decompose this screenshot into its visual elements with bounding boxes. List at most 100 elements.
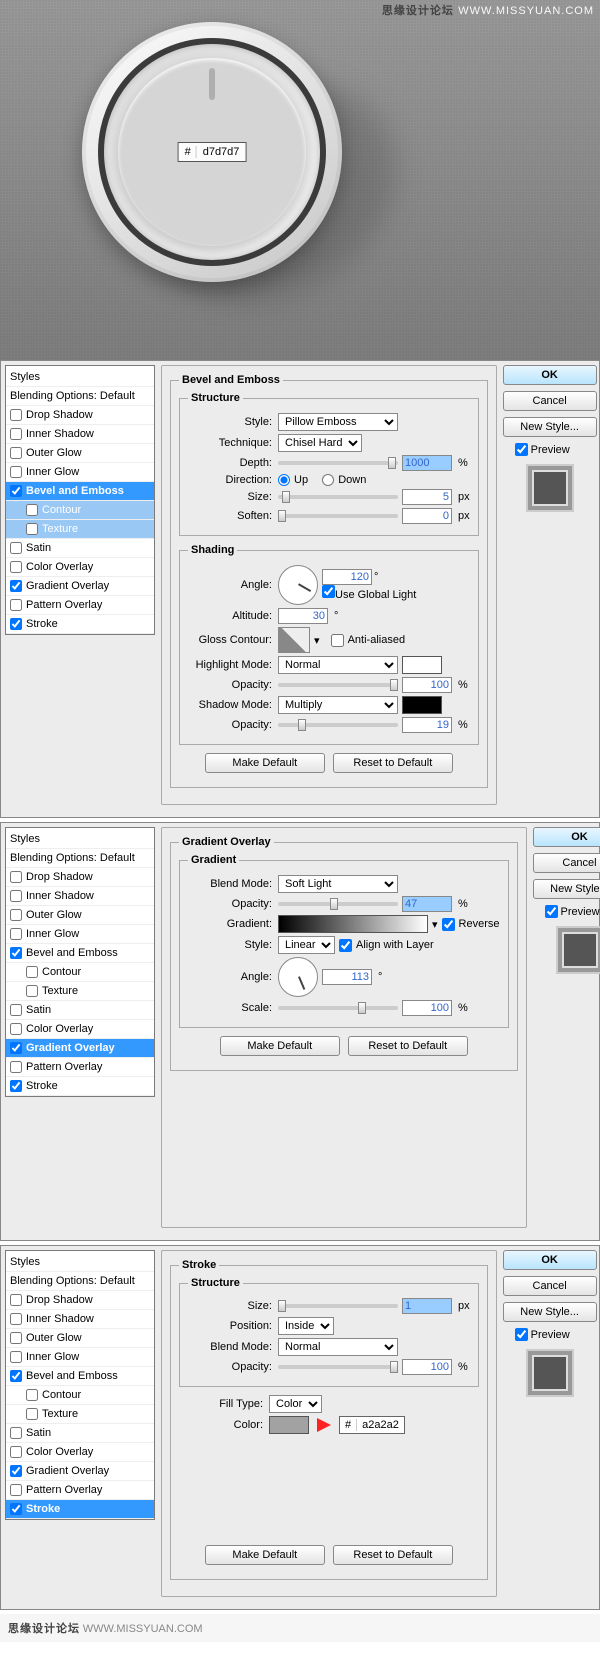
checkbox-icon[interactable]	[10, 1427, 22, 1439]
style-item-gradientoverlay[interactable]: Gradient Overlay	[6, 1462, 154, 1481]
style-item-outerglow[interactable]: Outer Glow	[6, 1329, 154, 1348]
soften-slider[interactable]	[278, 514, 398, 518]
checkbox-icon[interactable]	[10, 485, 22, 497]
checkbox-icon[interactable]	[10, 1465, 22, 1477]
make-default-button[interactable]: Make Default	[220, 1036, 340, 1056]
style-item-innershadow[interactable]: Inner Shadow	[6, 1310, 154, 1329]
shadow-opacity-input[interactable]	[402, 717, 452, 733]
style-item-dropshadow[interactable]: Drop Shadow	[6, 1291, 154, 1310]
style-item-texture[interactable]: Texture	[6, 1405, 154, 1424]
checkbox-icon[interactable]	[10, 580, 22, 592]
checkbox-icon[interactable]	[10, 1503, 22, 1515]
blending-options-row[interactable]: Blending Options: Default	[6, 849, 154, 868]
style-item-coloroverlay[interactable]: Color Overlay	[6, 1020, 154, 1039]
styles-header[interactable]: Styles	[6, 1253, 154, 1272]
preview-checkbox[interactable]	[515, 1328, 528, 1341]
style-item-satin[interactable]: Satin	[6, 539, 154, 558]
style-item-patternoverlay[interactable]: Pattern Overlay	[6, 1058, 154, 1077]
make-default-button[interactable]: Make Default	[205, 1545, 325, 1565]
antialias-checkbox[interactable]	[331, 634, 344, 647]
checkbox-icon[interactable]	[26, 523, 38, 535]
checkbox-icon[interactable]	[10, 1313, 22, 1325]
styles-header[interactable]: Styles	[6, 830, 154, 849]
preview-checkbox[interactable]	[515, 443, 528, 456]
newstyle-button[interactable]: New Style...	[503, 1302, 597, 1322]
shadow-mode-select[interactable]: Multiply	[278, 696, 398, 714]
checkbox-icon[interactable]	[26, 985, 38, 997]
checkbox-icon[interactable]	[10, 466, 22, 478]
checkbox-icon[interactable]	[10, 947, 22, 959]
style-item-bevel[interactable]: Bevel and Emboss	[6, 1367, 154, 1386]
checkbox-icon[interactable]	[10, 1004, 22, 1016]
style-item-contour[interactable]: Contour	[6, 1386, 154, 1405]
style-item-innershadow[interactable]: Inner Shadow	[6, 887, 154, 906]
style-item-gradientoverlay[interactable]: Gradient Overlay	[6, 577, 154, 596]
soften-input[interactable]	[402, 508, 452, 524]
style-item-coloroverlay[interactable]: Color Overlay	[6, 1443, 154, 1462]
angle-dial[interactable]	[278, 957, 318, 997]
technique-select[interactable]: Chisel Hard	[278, 434, 362, 452]
checkbox-icon[interactable]	[10, 618, 22, 630]
style-item-gradientoverlay[interactable]: Gradient Overlay	[6, 1039, 154, 1058]
checkbox-icon[interactable]	[10, 871, 22, 883]
dropdown-icon[interactable]: ▾	[432, 918, 438, 931]
preview-checkbox[interactable]	[545, 905, 558, 918]
depth-input[interactable]	[402, 455, 452, 471]
checkbox-icon[interactable]	[26, 966, 38, 978]
style-item-coloroverlay[interactable]: Color Overlay	[6, 558, 154, 577]
angle-input[interactable]	[322, 969, 372, 985]
style-item-satin[interactable]: Satin	[6, 1001, 154, 1020]
style-select[interactable]: Pillow Emboss	[278, 413, 398, 431]
ok-button[interactable]: OK	[503, 1250, 597, 1270]
depth-slider[interactable]	[278, 461, 398, 465]
checkbox-icon[interactable]	[10, 542, 22, 554]
angle-dial[interactable]	[278, 565, 318, 605]
checkbox-icon[interactable]	[10, 1446, 22, 1458]
style-item-innershadow[interactable]: Inner Shadow	[6, 425, 154, 444]
size-slider[interactable]	[278, 1304, 398, 1308]
gradstyle-select[interactable]: Linear	[278, 936, 335, 954]
style-item-dropshadow[interactable]: Drop Shadow	[6, 868, 154, 887]
style-item-outerglow[interactable]: Outer Glow	[6, 444, 154, 463]
position-select[interactable]: Inside	[278, 1317, 334, 1335]
shadow-color-well[interactable]	[402, 696, 442, 714]
checkbox-icon[interactable]	[10, 1484, 22, 1496]
align-checkbox[interactable]	[339, 939, 352, 952]
style-item-patternoverlay[interactable]: Pattern Overlay	[6, 1481, 154, 1500]
blending-options-row[interactable]: Blending Options: Default	[6, 387, 154, 406]
opacity-slider[interactable]	[278, 1365, 398, 1369]
style-item-dropshadow[interactable]: Drop Shadow	[6, 406, 154, 425]
style-item-contour[interactable]: Contour	[6, 963, 154, 982]
checkbox-icon[interactable]	[26, 1408, 38, 1420]
style-item-innerglow[interactable]: Inner Glow	[6, 463, 154, 482]
angle-input[interactable]	[322, 569, 372, 585]
color-well[interactable]	[269, 1416, 309, 1434]
opacity-input[interactable]	[402, 1359, 452, 1375]
reset-default-button[interactable]: Reset to Default	[348, 1036, 468, 1056]
styles-header[interactable]: Styles	[6, 368, 154, 387]
checkbox-icon[interactable]	[10, 599, 22, 611]
scale-slider[interactable]	[278, 1006, 398, 1010]
checkbox-icon[interactable]	[10, 1061, 22, 1073]
dropdown-icon[interactable]: ▾	[314, 634, 320, 647]
checkbox-icon[interactable]	[10, 409, 22, 421]
checkbox-icon[interactable]	[10, 1332, 22, 1344]
newstyle-button[interactable]: New Style...	[533, 879, 600, 899]
blendmode-select[interactable]: Soft Light	[278, 875, 398, 893]
blendmode-select[interactable]: Normal	[278, 1338, 398, 1356]
ok-button[interactable]: OK	[533, 827, 600, 847]
style-item-patternoverlay[interactable]: Pattern Overlay	[6, 596, 154, 615]
size-input[interactable]	[402, 489, 452, 505]
style-item-outerglow[interactable]: Outer Glow	[6, 906, 154, 925]
style-item-stroke[interactable]: Stroke	[6, 1500, 154, 1519]
reverse-checkbox[interactable]	[442, 918, 455, 931]
highlight-mode-select[interactable]: Normal	[278, 656, 398, 674]
style-item-texture[interactable]: Texture	[6, 520, 154, 539]
checkbox-icon[interactable]	[26, 504, 38, 516]
style-item-satin[interactable]: Satin	[6, 1424, 154, 1443]
blending-options-row[interactable]: Blending Options: Default	[6, 1272, 154, 1291]
shadow-opacity-slider[interactable]	[278, 723, 398, 727]
checkbox-icon[interactable]	[10, 890, 22, 902]
scale-input[interactable]	[402, 1000, 452, 1016]
style-item-texture[interactable]: Texture	[6, 982, 154, 1001]
